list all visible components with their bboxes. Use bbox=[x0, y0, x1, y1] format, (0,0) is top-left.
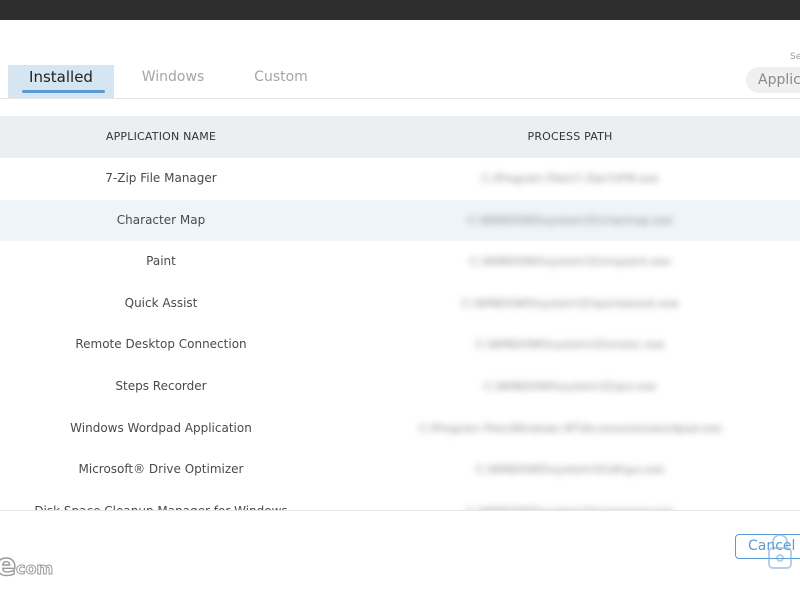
process-path-cell: C:\WINDOWS\system32\mspaint.exe bbox=[469, 255, 671, 269]
tab-installed[interactable]: Installed bbox=[8, 65, 114, 98]
lock-icon bbox=[768, 534, 792, 569]
window-titlebar bbox=[0, 0, 800, 20]
table-row[interactable]: 7-Zip File Manager C:\Program Files\7-Zi… bbox=[0, 158, 800, 200]
process-path-cell: C:\WINDOWS\system32\charmap.exe bbox=[467, 213, 673, 227]
app-name-cell: Quick Assist bbox=[124, 295, 198, 310]
table-row[interactable]: Microsoft® Drive Optimizer C:\WINDOWS\sy… bbox=[0, 449, 800, 491]
table-row[interactable]: Paint C:\WINDOWS\system32\mspaint.exe bbox=[0, 241, 800, 283]
app-name-cell: Character Map bbox=[116, 212, 206, 227]
process-path-cell: C:\WINDOWS\system32\mstsc.exe bbox=[475, 338, 665, 352]
category-select[interactable]: Applica bbox=[746, 67, 800, 93]
column-header-process-path[interactable]: PROCESS PATH bbox=[340, 116, 800, 158]
tab-bar: Installed Windows Custom bbox=[0, 58, 800, 99]
application-list[interactable]: 7-Zip File Manager C:\Program Files\7-Zi… bbox=[0, 158, 800, 510]
tab-custom[interactable]: Custom bbox=[236, 65, 326, 98]
process-path-cell: C:\Program Files\7-Zip\7zFM.exe bbox=[481, 172, 659, 185]
app-name-cell: Microsoft® Drive Optimizer bbox=[78, 462, 244, 477]
table-row[interactable]: Disk Space Cleanup Manager for Windows C… bbox=[0, 491, 800, 510]
app-name-cell: Steps Recorder bbox=[115, 378, 207, 393]
process-path-cell: C:\WINDOWS\system32\dfrgui.exe bbox=[475, 463, 665, 477]
search-caption: Se bbox=[790, 52, 800, 62]
table-row[interactable]: Steps Recorder C:\WINDOWS\system32\psr.e… bbox=[0, 366, 800, 408]
app-name-cell: Remote Desktop Connection bbox=[75, 337, 247, 352]
process-path-cell: C:\Program Files\Windows NT\Accessories\… bbox=[418, 421, 722, 435]
app-name-cell: 7-Zip File Manager bbox=[105, 171, 217, 185]
table-header: APPLICATION NAME PROCESS PATH bbox=[0, 116, 800, 158]
watermark-logo: e com bbox=[0, 548, 54, 582]
svg-text:e: e bbox=[0, 548, 16, 582]
table-row[interactable]: Windows Wordpad Application C:\Program F… bbox=[0, 408, 800, 450]
tab-custom-label: Custom bbox=[254, 69, 308, 85]
process-path-cell: C:\WINDOWS\system32\cleanmgr.exe bbox=[340, 491, 800, 510]
table-row[interactable]: Remote Desktop Connection C:\WINDOWS\sys… bbox=[0, 324, 800, 366]
column-header-application-name[interactable]: APPLICATION NAME bbox=[0, 116, 322, 158]
table-row[interactable]: Character Map C:\WINDOWS\system32\charma… bbox=[0, 199, 800, 242]
app-name-cell: Disk Space Cleanup Manager for Windows bbox=[0, 491, 322, 510]
app-name-cell: Paint bbox=[146, 254, 176, 269]
active-tab-indicator bbox=[22, 90, 105, 93]
tab-windows[interactable]: Windows bbox=[128, 65, 218, 98]
footer-divider bbox=[0, 510, 800, 511]
tab-windows-label: Windows bbox=[141, 69, 205, 85]
app-name-cell: Windows Wordpad Application bbox=[70, 420, 252, 435]
process-path-cell: C:\WINDOWS\system32\psr.exe bbox=[483, 379, 657, 393]
process-path-cell: C:\WINDOWS\system32\quickassist.exe bbox=[461, 296, 679, 310]
tab-installed-label: Installed bbox=[29, 68, 93, 86]
svg-text:com: com bbox=[16, 559, 53, 578]
table-row[interactable]: Quick Assist C:\WINDOWS\system32\quickas… bbox=[0, 283, 800, 325]
